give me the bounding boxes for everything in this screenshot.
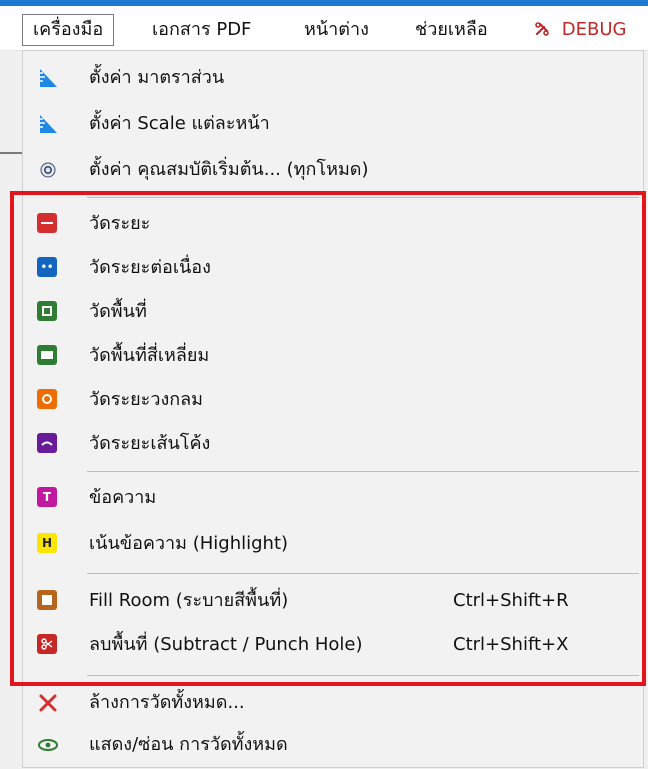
menu-item-toggle-visibility[interactable]: แสดง/ซ่อน การวัดทั้งหมด — [23, 724, 643, 766]
menu-item-set-scale-per-page[interactable]: ตั้งค่า Scale แต่ละหน้า — [23, 103, 643, 145]
menu-pdf-document[interactable]: เอกสาร PDF — [142, 14, 261, 46]
menu-pdf-document-label: เอกสาร PDF — [152, 19, 252, 40]
menu-help[interactable]: ช่วยเหลือ — [405, 14, 498, 46]
menu-tools[interactable]: เครื่องมือ — [22, 14, 115, 46]
menu-tools-label: เครื่องมือ — [33, 19, 104, 40]
settings-gear-icon — [37, 159, 59, 181]
menu-item-label: ตั้งค่า Scale แต่ละหน้า — [89, 113, 270, 134]
tools-icon — [534, 19, 556, 40]
scale-ruler-icon — [37, 67, 59, 89]
background-divider — [0, 152, 22, 154]
eye-icon — [37, 734, 59, 756]
menu-item-default-properties[interactable]: ตั้งค่า คุณสมบัติเริ่มต้น... (ทุกโหมด) — [23, 149, 643, 191]
menu-bar: เครื่องมือ เอกสาร PDF หน้าต่าง ช่วยเหลือ… — [0, 6, 648, 51]
menu-window[interactable]: หน้าต่าง — [294, 14, 379, 46]
menu-item-label: ตั้งค่า มาตราส่วน — [89, 67, 225, 88]
menu-debug[interactable]: DEBUG — [524, 14, 636, 46]
menu-item-label: ตั้งค่า คุณสมบัติเริ่มต้น... (ทุกโหมด) — [89, 159, 369, 180]
menu-item-label: ล้างการวัดทั้งหมด... — [89, 692, 245, 713]
clear-x-icon — [37, 692, 59, 714]
annotation-highlight-box — [10, 191, 646, 686]
menu-item-clear-all-measurements[interactable]: ล้างการวัดทั้งหมด... — [23, 682, 643, 724]
menu-window-label: หน้าต่าง — [304, 19, 369, 40]
menu-debug-label: DEBUG — [561, 19, 627, 40]
menu-item-set-scale[interactable]: ตั้งค่า มาตราส่วน — [23, 57, 643, 99]
menu-help-label: ช่วยเหลือ — [415, 19, 488, 40]
menu-item-label: แสดง/ซ่อน การวัดทั้งหมด — [89, 734, 288, 755]
scale-ruler-icon — [37, 113, 59, 135]
